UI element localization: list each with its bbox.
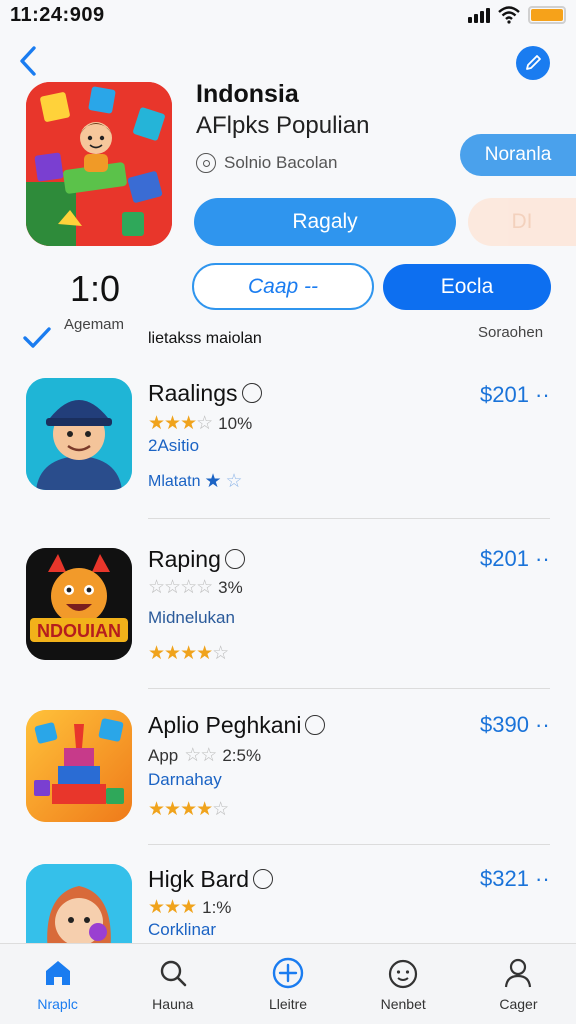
app-title: Indonsia [196,80,299,108]
price-button-1[interactable]: $201 ·· [480,382,550,408]
section-title: lietakss maiolan [148,330,262,347]
price-button-3[interactable]: $390 ·· [480,712,550,738]
chevron-left-icon [20,46,36,76]
extra-row-2: ★★★★☆ [148,642,229,665]
app-name: Higk Bard [148,866,249,892]
tab-bar: Nraplc Hauna Lleitre Nenbet Cager [0,943,576,1024]
wifi-icon [498,6,520,24]
star-rating: ★★★ [148,897,197,918]
section-see-all[interactable]: Soraohen [478,324,543,341]
smiley-icon [252,869,273,889]
edit-button[interactable] [516,46,550,80]
tab-home[interactable]: Nraplc [0,944,115,1024]
rating-row-1: ★★★☆ 10% [148,412,252,435]
extra-label: Mlatatn [148,472,201,490]
caap-button[interactable]: Caap -- [192,263,374,310]
status-bar: 11:24:909 [0,0,576,34]
status-time: 11:24:909 [10,4,105,26]
tab-label: Cager [499,996,538,1012]
app-title-2[interactable]: Raping [148,546,245,573]
app-name: Aplio Peghkani [148,712,302,738]
rating-percent: 3% [218,577,243,597]
developer-name-3: Darnahay [148,770,222,789]
rating-percent: 2:5% [222,745,262,765]
rating-row-3: App ☆☆ 2:5% [148,744,261,767]
faded-button[interactable]: DI [468,198,576,246]
face-icon [389,959,418,989]
home-icon [45,961,70,985]
ragaly-button[interactable]: Ragaly [194,198,456,246]
rating-percent: 1:% [202,897,232,917]
star-rating: ☆☆ [184,745,217,766]
extra-row-3: ★★★★☆ [148,798,229,821]
tab-add[interactable]: Lleitre [230,944,345,1024]
app-title-1[interactable]: Raalings [148,380,262,407]
rating-value: 1:0 [70,268,121,309]
star-rating: ☆☆☆☆ [148,577,213,598]
rating-label: Agemam [64,316,125,333]
smiley-icon [305,715,326,735]
app-hero-icon [26,82,172,246]
info-circle-icon [196,153,216,173]
tab-label: Nenbet [380,996,426,1012]
price-button-4[interactable]: $321 ·· [480,866,550,892]
app-name: Raalings [148,380,238,406]
tab-label: Lleitre [268,996,308,1012]
tab-label: Nraplc [37,996,78,1012]
star-outline-icon: ☆ [225,471,243,492]
add-circle-icon [272,957,304,989]
battery-icon [528,6,566,24]
user-icon [505,958,532,988]
rating-prefix: App [148,745,179,765]
tab-search[interactable]: Hauna [115,944,230,1024]
app-icon-blocks [26,710,132,822]
app-name: Raping [148,546,221,572]
developer-name-1: 2Asitio [148,436,200,455]
app-source: Solnio Bacolan [196,153,337,173]
price-button-2[interactable]: $201 ·· [480,546,550,572]
svg-text:NDOUIAN: NDOUIAN [37,621,121,641]
tab-face[interactable]: Nenbet [346,944,461,1024]
divider [148,688,550,689]
extra-row-1: Mlatatn ★ ☆ [148,470,243,493]
tab-label: Hauna [152,996,194,1012]
developer-name-4: Corklinar [148,920,217,939]
smiley-icon [224,549,245,569]
developer-name-2: Midnelukan [148,608,235,627]
search-icon [160,960,187,987]
app-icon-police [26,378,132,490]
rating-row-4: ★★★ 1:% [148,896,231,919]
hand-icon [241,383,262,403]
star-rating: ★★★★☆ [148,643,229,664]
normal-button[interactable]: Noranla [460,134,576,176]
app-icon-girl [26,864,132,954]
divider [148,844,550,845]
rating-row-2: ☆☆☆☆ 3% [148,576,243,599]
star-rating: ★★★★☆ [148,799,229,820]
eocla-button[interactable]: Eocla [383,264,551,310]
star-icon: ★ [204,471,222,492]
star-rating: ★★★☆ [148,413,213,434]
app-subtitle: AFlpks Populian [196,112,370,139]
app-title-4[interactable]: Higk Bard [148,866,273,893]
app-title-3[interactable]: Aplio Peghkani [148,712,326,739]
divider [148,518,550,519]
pencil-icon [526,55,541,70]
cellular-signal-icon [468,7,490,23]
app-icon-game: NDOUIAN [26,548,132,660]
app-source-label: Solnio Bacolan [224,153,338,172]
status-icons [468,6,566,24]
back-button[interactable] [14,44,44,78]
tab-profile[interactable]: Cager [461,944,576,1024]
rating-percent: 10% [218,413,253,433]
checkmark-icon [23,327,51,348]
